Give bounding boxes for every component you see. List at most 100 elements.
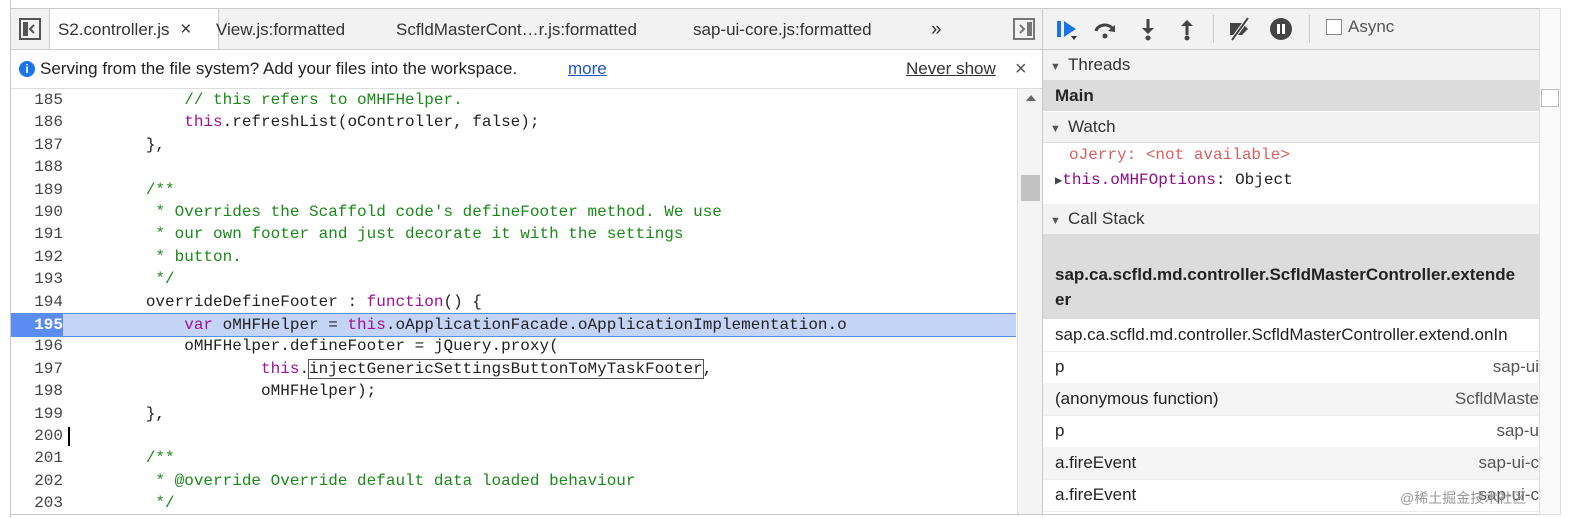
tab-s2-controller[interactable]: S2.controller.js × [49, 9, 219, 49]
callstack-frame[interactable]: a.fireEvent sap-ui-c [1043, 447, 1539, 480]
line-number[interactable]: 196 [11, 335, 63, 357]
code-line[interactable]: 197 this.injectGenericSettingsButtonToMy… [11, 358, 1016, 380]
code-line[interactable]: 198 oMHFHelper); [11, 380, 1016, 402]
breakpoint-marker[interactable]: 195 [11, 314, 63, 336]
line-number[interactable]: 187 [11, 134, 63, 156]
watch-separator: : [1126, 146, 1146, 164]
frame-function-wrap: er [1055, 290, 1072, 309]
code-line[interactable]: 200 [11, 425, 1016, 447]
callstack-frame-selected[interactable]: sap.ca.scfld.md.controller.ScfldMasterCo… [1043, 235, 1539, 319]
line-number[interactable]: 191 [11, 223, 63, 245]
line-number[interactable]: 199 [11, 403, 63, 425]
debugger-sidebar: Async ▼ Threads Main ▼ Watch oJerry: <not … [1042, 8, 1540, 515]
line-number[interactable]: 197 [11, 358, 63, 380]
more-tabs-button[interactable]: » [931, 9, 942, 49]
tab-sap-ui-core[interactable]: sap-ui-core.js:formatted [693, 9, 872, 49]
tab-view-js[interactable]: View.js:formatted [216, 9, 345, 49]
line-number[interactable]: 193 [11, 268, 63, 290]
editor-scrollbar[interactable] [1017, 89, 1042, 514]
line-number[interactable]: 190 [11, 201, 63, 223]
close-infobar-icon[interactable]: × [1015, 50, 1027, 88]
debugger-toolbar: Async [1043, 9, 1539, 50]
line-number[interactable]: 188 [11, 156, 63, 178]
code-line[interactable]: 199 }, [11, 403, 1016, 425]
line-number[interactable]: 203 [11, 492, 63, 514]
code-text: this.refreshList(oController, false); [184, 113, 540, 132]
frame-function: (anonymous function) [1055, 389, 1219, 408]
line-number[interactable]: 198 [11, 380, 63, 402]
scrollbar-thumb[interactable] [1021, 175, 1040, 201]
frame-function: p [1055, 357, 1065, 376]
callstack-frame[interactable]: p sap-ui [1043, 351, 1539, 384]
code-line[interactable]: 185 // this refers to oMHFHelper. [11, 89, 1016, 111]
callstack-section-header[interactable]: ▼ Call Stack [1043, 204, 1539, 235]
sidebar-toggle-icon [19, 18, 41, 40]
line-number[interactable]: 189 [11, 179, 63, 201]
infobar-message: Serving from the file system? Add your f… [40, 59, 518, 78]
line-number[interactable]: 200 [11, 425, 63, 447]
line-number[interactable]: 201 [11, 447, 63, 469]
frame-function: sap.ca.scfld.md.controller.ScfldMasterCo… [1055, 325, 1508, 344]
step-over-icon[interactable] [1093, 17, 1117, 41]
step-out-icon[interactable] [1175, 17, 1199, 41]
pause-on-exceptions-icon[interactable] [1269, 17, 1293, 41]
watch-item-omhfoptions[interactable]: ▶this.oMHFOptions: Object [1055, 171, 1293, 189]
code-text: */ [69, 494, 175, 513]
code-text: /** [69, 180, 175, 199]
async-checkbox[interactable] [1326, 19, 1342, 35]
code-line[interactable]: 195 var oMHFHelper = this.oApplicationFa… [11, 313, 1016, 337]
callstack-frame[interactable]: sap.ca.scfld.md.controller.ScfldMasterCo… [1043, 319, 1539, 352]
code-text: * Overrides the Scaffold code's defineFo… [69, 203, 722, 221]
line-number[interactable]: 186 [11, 111, 63, 133]
code-line[interactable]: 186 this.refreshList(oController, false)… [11, 111, 1016, 133]
code-line[interactable]: 203 */ [11, 492, 1016, 514]
code-line[interactable]: 192 * button. [11, 246, 1016, 268]
collapse-triangle-icon: ▼ [1050, 123, 1061, 135]
code-text: this.injectGenericSettingsButtonToMyTask… [261, 358, 713, 379]
code-line[interactable]: 187 }, [11, 134, 1016, 156]
watch-section-header[interactable]: ▼ Watch [1043, 112, 1539, 143]
step-into-icon[interactable] [1136, 17, 1160, 41]
close-tab-icon[interactable]: × [180, 19, 191, 40]
line-number[interactable]: 192 [11, 246, 63, 268]
toolbar-divider [1213, 15, 1214, 43]
code-text: overrideDefineFooter : function() { [69, 292, 482, 311]
line-number[interactable]: 185 [11, 89, 63, 111]
infobar-more-link[interactable]: more [568, 50, 607, 88]
code-line[interactable]: 191 * our own footer and just decorate i… [11, 223, 1016, 245]
code-line[interactable]: 188 [11, 156, 1016, 178]
line-number[interactable]: 202 [11, 470, 63, 492]
resume-icon[interactable] [1055, 17, 1079, 41]
code-line[interactable]: 189 /** [11, 179, 1016, 201]
code-line[interactable]: 193 */ [11, 268, 1016, 290]
tab-scfld-master[interactable]: ScfldMasterCont…r.js:formatted [396, 9, 637, 49]
code-line[interactable]: 196 oMHFHelper.defineFooter = jQuery.pro… [11, 335, 1016, 357]
callstack-frame[interactable]: (anonymous function) ScfldMaste [1043, 383, 1539, 416]
code-line[interactable]: 194 overrideDefineFooter : function() { [11, 291, 1016, 313]
code-text: }, [69, 404, 166, 423]
code-line[interactable]: 201 /** [11, 447, 1016, 469]
never-show-link[interactable]: Never show [906, 50, 996, 88]
scrollbar-thumb[interactable] [1541, 89, 1559, 107]
code-editor[interactable]: 185 // this refers to oMHFHelper. 186 thi… [11, 89, 1016, 514]
editor-panel: S2.controller.js × View.js:formatted Scf… [10, 8, 1043, 515]
debugger-scrollbar[interactable] [1539, 8, 1561, 515]
line-number[interactable]: 194 [11, 291, 63, 313]
watermark: @稀土掘金技术社区 [1400, 490, 1527, 506]
collapse-triangle-icon: ▼ [1050, 215, 1061, 227]
frame-function: a.fireEvent [1055, 453, 1137, 472]
toggle-debugger-button[interactable] [1006, 9, 1042, 49]
threads-section-header[interactable]: ▼ Threads [1043, 50, 1539, 81]
watch-item-ojerry[interactable]: oJerry: <not available> [1069, 146, 1290, 164]
code-line[interactable]: 202 * @override Override default data lo… [11, 470, 1016, 492]
code-line[interactable]: 190 * Overrides the Scaffold code's defi… [11, 201, 1016, 223]
thread-main[interactable]: Main [1043, 81, 1539, 111]
code-text: * button. [69, 247, 242, 266]
sidebar-right-toggle-icon [1013, 18, 1035, 40]
deactivate-breakpoints-icon[interactable] [1228, 17, 1252, 41]
callstack-frame[interactable]: p sap-u [1043, 415, 1539, 448]
toggle-navigator-button[interactable] [11, 9, 49, 49]
code-text: * @override Override default data loaded… [69, 471, 636, 490]
scroll-up-icon[interactable] [1026, 95, 1036, 101]
watch-value: <not available> [1145, 146, 1290, 164]
